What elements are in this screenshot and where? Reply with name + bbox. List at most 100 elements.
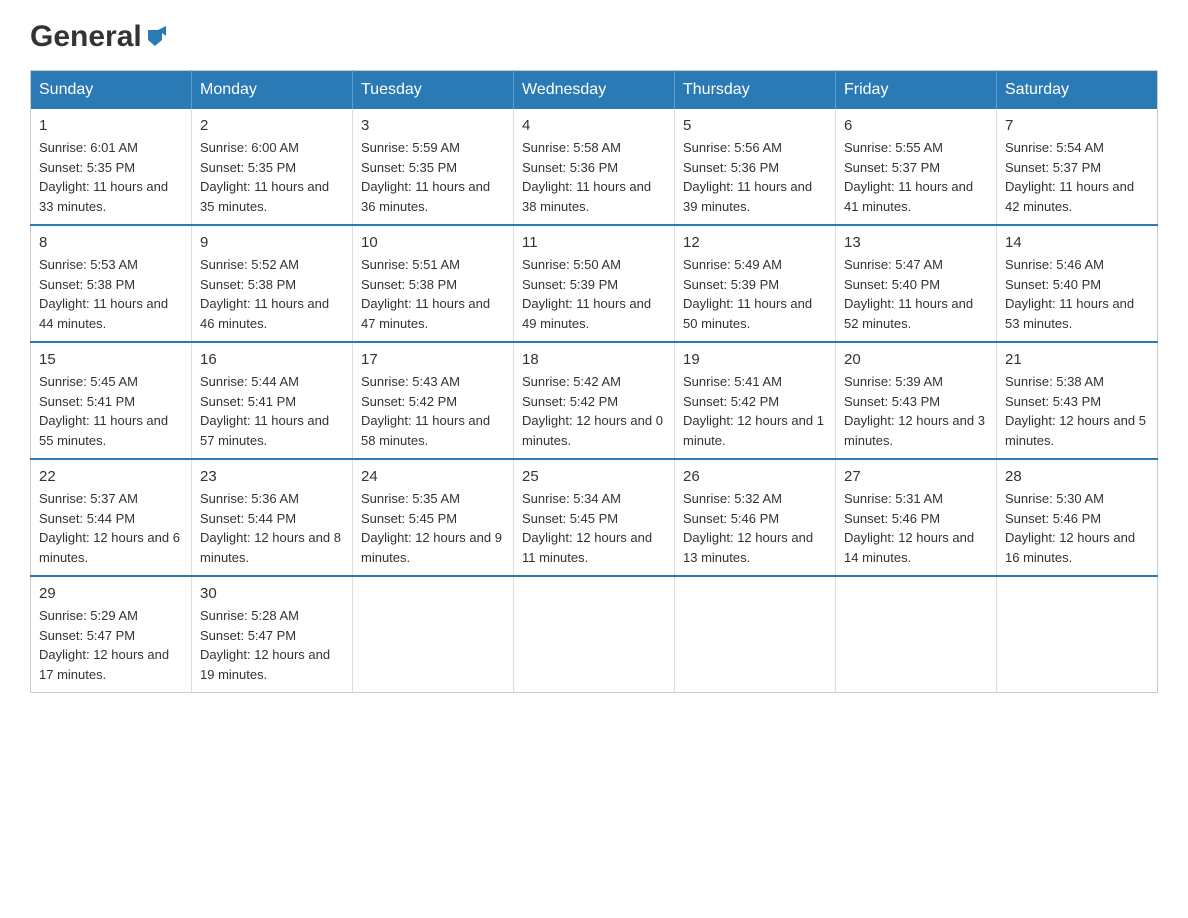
- weekday-header: Saturday: [997, 71, 1158, 110]
- calendar-day-cell: 9 Sunrise: 5:52 AMSunset: 5:38 PMDayligh…: [192, 225, 353, 342]
- day-info: Sunrise: 5:46 AMSunset: 5:40 PMDaylight:…: [1005, 255, 1149, 333]
- calendar-day-cell: 17 Sunrise: 5:43 AMSunset: 5:42 PMDaylig…: [353, 342, 514, 459]
- calendar-day-cell: 4 Sunrise: 5:58 AMSunset: 5:36 PMDayligh…: [514, 109, 675, 225]
- day-info: Sunrise: 5:49 AMSunset: 5:39 PMDaylight:…: [683, 255, 827, 333]
- day-number: 2: [200, 117, 344, 134]
- day-number: 27: [844, 468, 988, 485]
- day-number: 5: [683, 117, 827, 134]
- calendar-day-cell: 15 Sunrise: 5:45 AMSunset: 5:41 PMDaylig…: [31, 342, 192, 459]
- calendar-day-cell: 29 Sunrise: 5:29 AMSunset: 5:47 PMDaylig…: [31, 576, 192, 693]
- calendar-week-row: 1 Sunrise: 6:01 AMSunset: 5:35 PMDayligh…: [31, 109, 1158, 225]
- day-number: 20: [844, 351, 988, 368]
- day-info: Sunrise: 5:53 AMSunset: 5:38 PMDaylight:…: [39, 255, 183, 333]
- day-number: 13: [844, 234, 988, 251]
- calendar-day-cell: [836, 576, 997, 693]
- calendar-week-row: 29 Sunrise: 5:29 AMSunset: 5:47 PMDaylig…: [31, 576, 1158, 693]
- day-number: 26: [683, 468, 827, 485]
- day-number: 25: [522, 468, 666, 485]
- calendar-day-cell: 7 Sunrise: 5:54 AMSunset: 5:37 PMDayligh…: [997, 109, 1158, 225]
- calendar-week-row: 22 Sunrise: 5:37 AMSunset: 5:44 PMDaylig…: [31, 459, 1158, 576]
- day-info: Sunrise: 5:55 AMSunset: 5:37 PMDaylight:…: [844, 138, 988, 216]
- day-info: Sunrise: 5:45 AMSunset: 5:41 PMDaylight:…: [39, 372, 183, 450]
- day-info: Sunrise: 5:59 AMSunset: 5:35 PMDaylight:…: [361, 138, 505, 216]
- weekday-header: Monday: [192, 71, 353, 110]
- day-info: Sunrise: 5:39 AMSunset: 5:43 PMDaylight:…: [844, 372, 988, 450]
- day-number: 18: [522, 351, 666, 368]
- weekday-header: Wednesday: [514, 71, 675, 110]
- logo-arrow-icon: [144, 26, 166, 48]
- calendar-day-cell: 5 Sunrise: 5:56 AMSunset: 5:36 PMDayligh…: [675, 109, 836, 225]
- day-info: Sunrise: 5:42 AMSunset: 5:42 PMDaylight:…: [522, 372, 666, 450]
- calendar-day-cell: 6 Sunrise: 5:55 AMSunset: 5:37 PMDayligh…: [836, 109, 997, 225]
- day-info: Sunrise: 5:58 AMSunset: 5:36 PMDaylight:…: [522, 138, 666, 216]
- calendar-day-cell: 27 Sunrise: 5:31 AMSunset: 5:46 PMDaylig…: [836, 459, 997, 576]
- calendar-day-cell: 26 Sunrise: 5:32 AMSunset: 5:46 PMDaylig…: [675, 459, 836, 576]
- day-info: Sunrise: 5:35 AMSunset: 5:45 PMDaylight:…: [361, 489, 505, 567]
- weekday-header: Thursday: [675, 71, 836, 110]
- day-info: Sunrise: 5:47 AMSunset: 5:40 PMDaylight:…: [844, 255, 988, 333]
- calendar-day-cell: 19 Sunrise: 5:41 AMSunset: 5:42 PMDaylig…: [675, 342, 836, 459]
- weekday-header: Tuesday: [353, 71, 514, 110]
- calendar-day-cell: 14 Sunrise: 5:46 AMSunset: 5:40 PMDaylig…: [997, 225, 1158, 342]
- day-number: 4: [522, 117, 666, 134]
- calendar-day-cell: 18 Sunrise: 5:42 AMSunset: 5:42 PMDaylig…: [514, 342, 675, 459]
- day-info: Sunrise: 5:50 AMSunset: 5:39 PMDaylight:…: [522, 255, 666, 333]
- calendar-day-cell: 23 Sunrise: 5:36 AMSunset: 5:44 PMDaylig…: [192, 459, 353, 576]
- day-number: 21: [1005, 351, 1149, 368]
- day-number: 1: [39, 117, 183, 134]
- weekday-header: Sunday: [31, 71, 192, 110]
- day-number: 30: [200, 585, 344, 602]
- day-info: Sunrise: 5:30 AMSunset: 5:46 PMDaylight:…: [1005, 489, 1149, 567]
- day-info: Sunrise: 6:00 AMSunset: 5:35 PMDaylight:…: [200, 138, 344, 216]
- calendar-week-row: 15 Sunrise: 5:45 AMSunset: 5:41 PMDaylig…: [31, 342, 1158, 459]
- page-header: General: [30, 20, 1158, 50]
- calendar-day-cell: 3 Sunrise: 5:59 AMSunset: 5:35 PMDayligh…: [353, 109, 514, 225]
- day-info: Sunrise: 5:29 AMSunset: 5:47 PMDaylight:…: [39, 606, 183, 684]
- day-number: 8: [39, 234, 183, 251]
- day-info: Sunrise: 5:31 AMSunset: 5:46 PMDaylight:…: [844, 489, 988, 567]
- calendar-day-cell: 12 Sunrise: 5:49 AMSunset: 5:39 PMDaylig…: [675, 225, 836, 342]
- calendar-day-cell: 1 Sunrise: 6:01 AMSunset: 5:35 PMDayligh…: [31, 109, 192, 225]
- day-info: Sunrise: 5:52 AMSunset: 5:38 PMDaylight:…: [200, 255, 344, 333]
- day-info: Sunrise: 5:36 AMSunset: 5:44 PMDaylight:…: [200, 489, 344, 567]
- day-number: 23: [200, 468, 344, 485]
- day-info: Sunrise: 5:38 AMSunset: 5:43 PMDaylight:…: [1005, 372, 1149, 450]
- calendar-week-row: 8 Sunrise: 5:53 AMSunset: 5:38 PMDayligh…: [31, 225, 1158, 342]
- day-info: Sunrise: 5:56 AMSunset: 5:36 PMDaylight:…: [683, 138, 827, 216]
- day-number: 17: [361, 351, 505, 368]
- calendar-day-cell: 2 Sunrise: 6:00 AMSunset: 5:35 PMDayligh…: [192, 109, 353, 225]
- day-info: Sunrise: 5:51 AMSunset: 5:38 PMDaylight:…: [361, 255, 505, 333]
- day-number: 28: [1005, 468, 1149, 485]
- calendar-day-cell: [997, 576, 1158, 693]
- day-number: 16: [200, 351, 344, 368]
- day-number: 3: [361, 117, 505, 134]
- calendar-day-cell: 28 Sunrise: 5:30 AMSunset: 5:46 PMDaylig…: [997, 459, 1158, 576]
- day-info: Sunrise: 5:54 AMSunset: 5:37 PMDaylight:…: [1005, 138, 1149, 216]
- day-number: 19: [683, 351, 827, 368]
- calendar-day-cell: 20 Sunrise: 5:39 AMSunset: 5:43 PMDaylig…: [836, 342, 997, 459]
- calendar-day-cell: 24 Sunrise: 5:35 AMSunset: 5:45 PMDaylig…: [353, 459, 514, 576]
- day-number: 10: [361, 234, 505, 251]
- day-info: Sunrise: 5:43 AMSunset: 5:42 PMDaylight:…: [361, 372, 505, 450]
- calendar-day-cell: 8 Sunrise: 5:53 AMSunset: 5:38 PMDayligh…: [31, 225, 192, 342]
- day-number: 15: [39, 351, 183, 368]
- day-info: Sunrise: 5:34 AMSunset: 5:45 PMDaylight:…: [522, 489, 666, 567]
- day-info: Sunrise: 5:44 AMSunset: 5:41 PMDaylight:…: [200, 372, 344, 450]
- calendar-day-cell: [514, 576, 675, 693]
- logo-general: General: [30, 20, 142, 54]
- day-info: Sunrise: 5:28 AMSunset: 5:47 PMDaylight:…: [200, 606, 344, 684]
- weekday-header-row: SundayMondayTuesdayWednesdayThursdayFrid…: [31, 71, 1158, 110]
- weekday-header: Friday: [836, 71, 997, 110]
- day-number: 14: [1005, 234, 1149, 251]
- day-number: 6: [844, 117, 988, 134]
- calendar-day-cell: 30 Sunrise: 5:28 AMSunset: 5:47 PMDaylig…: [192, 576, 353, 693]
- day-info: Sunrise: 5:41 AMSunset: 5:42 PMDaylight:…: [683, 372, 827, 450]
- day-number: 22: [39, 468, 183, 485]
- day-number: 29: [39, 585, 183, 602]
- calendar-day-cell: 13 Sunrise: 5:47 AMSunset: 5:40 PMDaylig…: [836, 225, 997, 342]
- calendar-day-cell: [675, 576, 836, 693]
- day-number: 24: [361, 468, 505, 485]
- calendar-day-cell: 22 Sunrise: 5:37 AMSunset: 5:44 PMDaylig…: [31, 459, 192, 576]
- day-info: Sunrise: 5:32 AMSunset: 5:46 PMDaylight:…: [683, 489, 827, 567]
- calendar-day-cell: 16 Sunrise: 5:44 AMSunset: 5:41 PMDaylig…: [192, 342, 353, 459]
